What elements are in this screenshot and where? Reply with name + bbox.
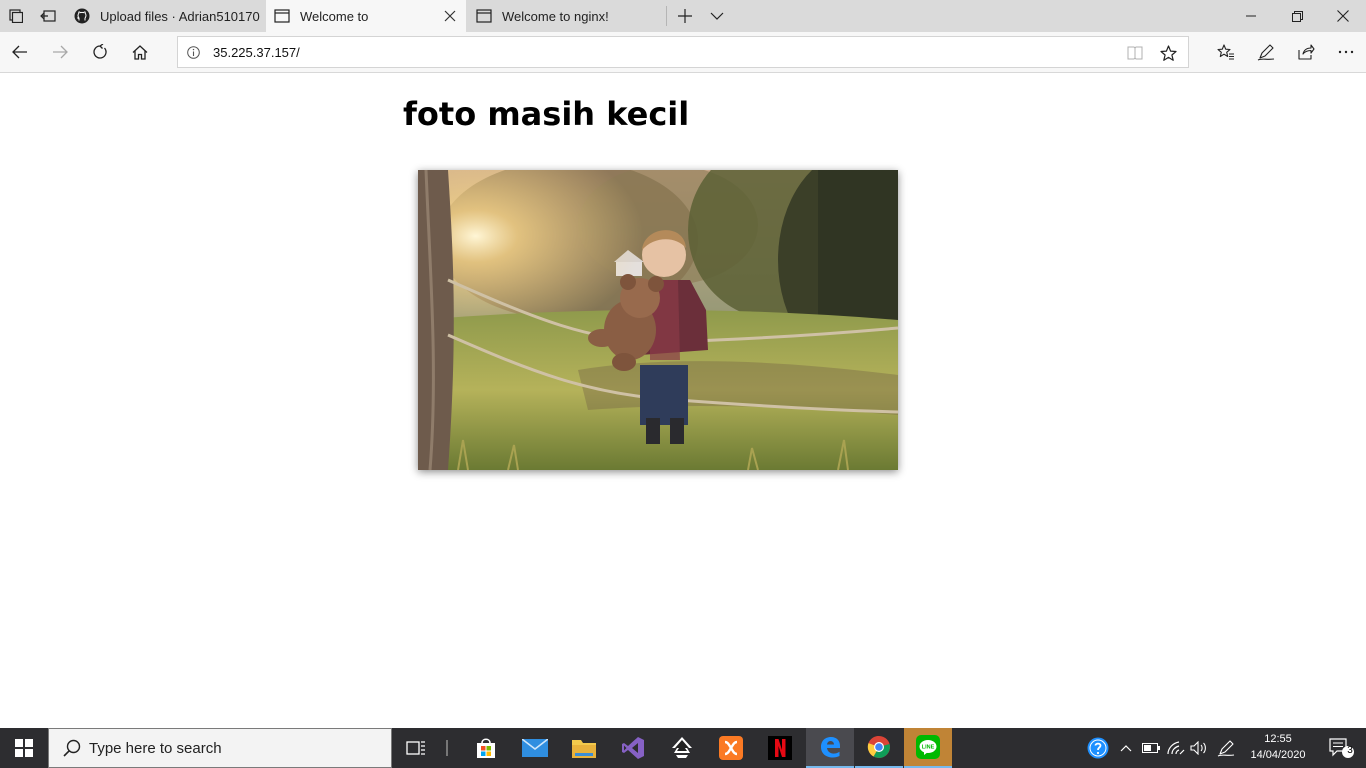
site-info-icon[interactable] [186,45,200,59]
taskbar: Type here to search LINE 12:55 14/04/202… [0,728,1366,768]
tab-upload-files[interactable]: Upload files · Adrian510170 [66,0,264,32]
set-tabs-aside-icon[interactable] [36,0,60,32]
page-icon [274,8,290,24]
forward-icon[interactable] [40,32,80,72]
clock-time: 12:55 [1264,733,1292,745]
taskbar-divider [446,740,448,756]
help-icon[interactable] [1082,728,1114,768]
action-center-icon[interactable]: 3 [1318,728,1366,768]
more-options-icon[interactable] [1326,32,1366,72]
search-placeholder: Type here to search [89,739,222,757]
svg-text:LINE: LINE [922,745,935,751]
web-page: foto masih kecil [0,73,1366,728]
netflix-icon[interactable] [756,728,804,768]
tab-title: Upload files · Adrian510170 [100,8,260,24]
notes-pen-icon[interactable] [1246,32,1286,72]
show-hidden-icons-chevron-icon[interactable] [1116,728,1136,768]
search-icon [61,737,83,759]
navigation-bar: 35.225.37.157/ [0,32,1366,73]
home-icon[interactable] [120,32,160,72]
tab-title: Welcome to [300,8,369,24]
share-icon[interactable] [1286,32,1326,72]
close-tab-icon[interactable] [442,8,458,24]
tab-bar: Upload files · Adrian510170 Welcome to W… [0,0,1366,32]
minimize-icon[interactable] [1228,0,1274,32]
restore-icon[interactable] [1274,0,1320,32]
close-window-icon[interactable] [1320,0,1366,32]
wifi-icon[interactable] [1164,728,1188,768]
windows-ink-icon[interactable] [1214,728,1238,768]
system-clock[interactable]: 12:55 14/04/2020 [1246,731,1310,763]
file-explorer-icon[interactable] [560,728,608,768]
clock-date: 14/04/2020 [1250,749,1306,761]
page-icon [476,8,492,24]
tab-manager-icon[interactable] [4,0,28,32]
child-teddy-bear-photo [418,170,898,470]
chrome-icon[interactable] [855,728,903,768]
back-icon[interactable] [0,32,40,72]
favorites-icon[interactable] [1206,32,1246,72]
tab-title: Welcome to nginx! [502,8,609,24]
tab-welcome-nginx[interactable]: Welcome to nginx! [468,0,666,32]
github-icon [74,8,90,24]
new-tab-icon[interactable] [672,0,698,32]
add-favorite-icon[interactable] [1158,43,1178,63]
line-icon[interactable]: LINE [904,728,952,768]
edge-icon[interactable] [806,728,854,768]
tab-welcome-to[interactable]: Welcome to [266,0,466,32]
windows-start-icon[interactable] [0,728,48,768]
mail-icon[interactable] [511,728,559,768]
battery-icon[interactable] [1140,728,1162,768]
address-bar[interactable]: 35.225.37.157/ [177,36,1189,68]
taskbar-search-box[interactable]: Type here to search [48,728,392,768]
volume-icon[interactable] [1188,728,1210,768]
notification-count-badge: 3 [1347,745,1353,756]
page-heading: foto masih kecil [403,95,690,133]
store-icon[interactable] [462,728,510,768]
refresh-icon[interactable] [80,32,120,72]
task-view-icon[interactable] [392,728,440,768]
tab-preview-chevron-icon[interactable] [704,0,730,32]
tab-divider [666,6,667,26]
xampp-icon[interactable] [707,728,755,768]
visual-studio-icon[interactable] [609,728,657,768]
address-url[interactable]: 35.225.37.157/ [213,45,300,60]
inkscape-icon[interactable] [658,728,706,768]
reading-view-icon[interactable] [1126,44,1144,62]
